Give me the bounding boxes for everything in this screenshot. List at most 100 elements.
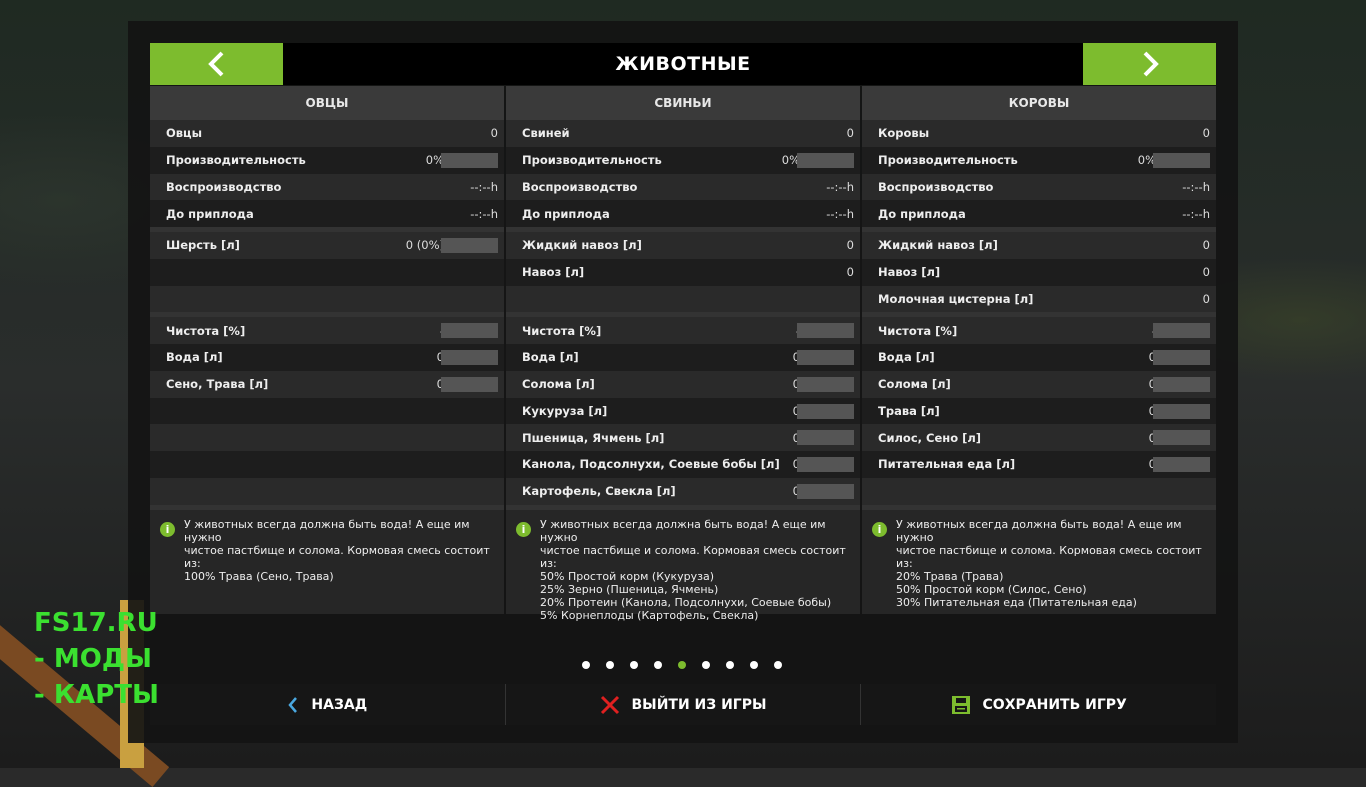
stat-row: Солома [л]0 xyxy=(862,370,1216,398)
stat-label: Чистота [%] xyxy=(166,323,246,338)
stat-value: 0 xyxy=(490,126,498,141)
level-bar xyxy=(1153,323,1210,339)
stat-row: Навоз [л] 0 xyxy=(862,258,1216,286)
stat-row xyxy=(506,285,860,313)
page-indicator xyxy=(582,661,782,669)
page-dot[interactable] xyxy=(654,661,662,669)
page-dot[interactable] xyxy=(702,661,710,669)
stat-row: До приплода --:--h xyxy=(862,200,1216,227)
page-dot[interactable] xyxy=(726,661,734,669)
save-game-button[interactable]: СОХРАНИТЬ ИГРУ xyxy=(861,684,1217,725)
stat-label: Навоз [л] xyxy=(878,265,941,280)
info-icon: i xyxy=(516,521,531,537)
stat-label: Коровы xyxy=(878,126,930,141)
page-dot[interactable] xyxy=(678,661,686,669)
back-button[interactable]: НАЗАД xyxy=(150,684,506,725)
stat-label: Производительность xyxy=(522,153,662,168)
stat-label: Сено, Трава [л] xyxy=(166,377,269,392)
stat-row: Питательная еда [л]0 xyxy=(862,451,1216,478)
level-bar xyxy=(441,152,498,168)
stat-row: Вода [л]0 xyxy=(506,344,860,371)
animal-column: ОВЦЫ Овцы 0 Производительность 0% Воспроизвод… xyxy=(150,86,504,618)
stat-label: Производительность xyxy=(166,153,306,168)
stat-row: Навоз [л] 0 xyxy=(506,258,860,286)
info-box: i У животных всегда должна быть вода! А е… xyxy=(506,504,860,622)
page-dot[interactable] xyxy=(606,661,614,669)
stat-value: 0 xyxy=(846,126,854,141)
stat-label: Вода [л] xyxy=(878,350,935,365)
stat-row xyxy=(150,477,504,505)
level-bar xyxy=(441,350,498,365)
column-header: СВИНЬИ xyxy=(506,86,860,120)
stat-row: Пшеница, Ячмень [л]0 xyxy=(506,424,860,451)
info-text: У животных всегда должна быть вода! А ещ… xyxy=(540,517,846,622)
stat-row: Шерсть [л] 0 (0%) xyxy=(150,232,504,259)
column-header: КОРОВЫ xyxy=(862,86,1216,120)
stat-row: Жидкий навоз [л] 0 xyxy=(506,232,860,259)
stat-row: Картофель, Свекла [л]0 xyxy=(506,477,860,505)
stat-label: До приплода xyxy=(878,206,966,221)
stat-value: --:--h xyxy=(1182,206,1210,221)
column-header: ОВЦЫ xyxy=(150,86,504,120)
stat-row: Производительность 0% xyxy=(150,146,504,174)
stat-row xyxy=(862,477,1216,505)
page-dot[interactable] xyxy=(582,661,590,669)
stat-row: Воспроизводство --:--h xyxy=(862,173,1216,201)
level-bar xyxy=(797,457,854,472)
stat-row: Производительность 0% xyxy=(506,146,860,174)
stat-label: Воспроизводство xyxy=(522,179,638,194)
stat-row: Чистота [%]- xyxy=(862,317,1216,344)
stat-label: Воспроизводство xyxy=(878,179,994,194)
stat-row xyxy=(150,258,504,286)
stat-value: 0 xyxy=(846,265,854,280)
stat-row: Коровы 0 xyxy=(862,120,1216,147)
quit-label: ВЫЙТИ ИЗ ИГРЫ xyxy=(631,696,767,713)
watermark-line: - МОДЫ xyxy=(34,644,152,674)
save-label: СОХРАНИТЬ ИГРУ xyxy=(982,696,1127,713)
stat-row xyxy=(150,424,504,451)
stat-value: 0 xyxy=(846,238,854,253)
stat-row: Канола, Подсолнухи, Соевые бобы [л]0 xyxy=(506,451,860,478)
stat-label: Питательная еда [л] xyxy=(878,457,1016,472)
prev-page-button[interactable] xyxy=(150,43,283,85)
stat-value: 0 xyxy=(1202,291,1210,306)
stat-label: Навоз [л] xyxy=(522,265,585,280)
stat-row: Чистота [%]- xyxy=(150,317,504,344)
next-page-button[interactable] xyxy=(1083,43,1216,85)
stat-label: Канола, Подсолнухи, Соевые бобы [л] xyxy=(522,457,780,472)
info-icon: i xyxy=(160,521,175,537)
stat-row: Воспроизводство --:--h xyxy=(150,173,504,201)
stat-value: --:--h xyxy=(470,206,498,221)
stat-row: Воспроизводство --:--h xyxy=(506,173,860,201)
page-dot[interactable] xyxy=(750,661,758,669)
stat-value: --:--h xyxy=(470,179,498,194)
stat-label: Трава [л] xyxy=(878,403,940,418)
stat-label: Картофель, Свекла [л] xyxy=(522,484,676,499)
stat-value: --:--h xyxy=(826,206,854,221)
level-bar xyxy=(441,238,498,253)
stat-row: Вода [л]0 xyxy=(862,344,1216,371)
stat-row: Солома [л]0 xyxy=(506,370,860,398)
stat-row: Жидкий навоз [л] 0 xyxy=(862,232,1216,259)
page-dot[interactable] xyxy=(774,661,782,669)
animal-column: СВИНЬИ Свиней 0 Производительность 0% Воспрои… xyxy=(506,86,860,622)
level-bar xyxy=(797,323,854,339)
stat-label: Овцы xyxy=(166,126,202,141)
stat-row: Овцы 0 xyxy=(150,120,504,147)
stat-row xyxy=(150,451,504,478)
stat-label: Чистота [%] xyxy=(878,323,958,338)
level-bar xyxy=(1153,376,1210,392)
stat-row: Вода [л]0 xyxy=(150,344,504,371)
stat-value: 0 xyxy=(1202,238,1210,253)
stat-row: Сено, Трава [л]0 xyxy=(150,370,504,398)
stat-value: --:--h xyxy=(826,179,854,194)
quit-game-button[interactable]: ВЫЙТИ ИЗ ИГРЫ xyxy=(505,684,862,725)
info-box: i У животных всегда должна быть вода! А е… xyxy=(150,504,504,614)
level-bar xyxy=(797,152,854,168)
level-bar xyxy=(797,376,854,392)
level-bar xyxy=(1153,430,1210,446)
stat-row xyxy=(150,397,504,425)
stat-row: Свиней 0 xyxy=(506,120,860,147)
stat-value: 0 xyxy=(1202,265,1210,280)
page-dot[interactable] xyxy=(630,661,638,669)
